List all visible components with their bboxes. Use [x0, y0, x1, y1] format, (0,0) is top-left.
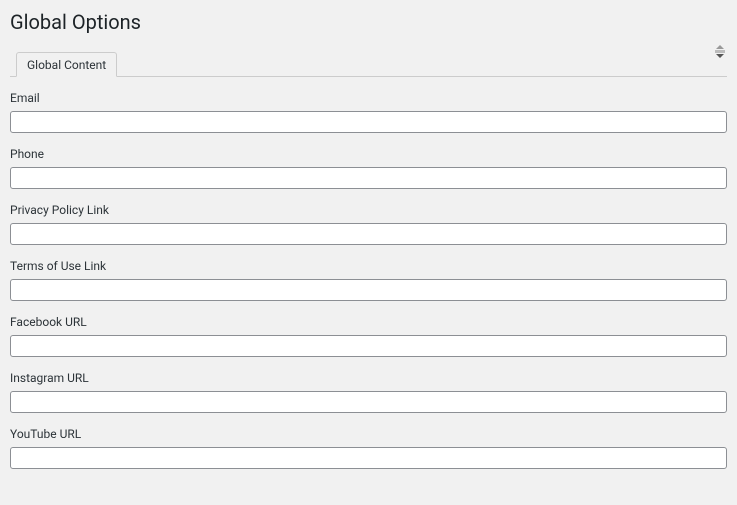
facebook-label: Facebook URL [10, 315, 727, 329]
instagram-input[interactable] [10, 391, 727, 413]
email-input[interactable] [10, 111, 727, 133]
field-email: Email [10, 91, 727, 133]
field-facebook: Facebook URL [10, 315, 727, 357]
youtube-input[interactable] [10, 447, 727, 469]
privacy-label: Privacy Policy Link [10, 203, 727, 217]
youtube-label: YouTube URL [10, 427, 727, 441]
page-title: Global Options [0, 0, 737, 49]
privacy-input[interactable] [10, 223, 727, 245]
tab-bar: Global Content [10, 49, 727, 77]
drag-handle-icon [715, 50, 725, 53]
caret-down-icon [716, 54, 724, 58]
fields-container: Email Phone Privacy Policy Link Terms of… [0, 91, 737, 469]
phone-label: Phone [10, 147, 727, 161]
field-privacy: Privacy Policy Link [10, 203, 727, 245]
instagram-label: Instagram URL [10, 371, 727, 385]
email-label: Email [10, 91, 727, 105]
terms-label: Terms of Use Link [10, 259, 727, 273]
tab-global-content[interactable]: Global Content [16, 52, 117, 77]
field-instagram: Instagram URL [10, 371, 727, 413]
field-terms: Terms of Use Link [10, 259, 727, 301]
caret-up-icon [716, 45, 724, 49]
field-phone: Phone [10, 147, 727, 189]
facebook-input[interactable] [10, 335, 727, 357]
screen-options-toggle[interactable] [715, 45, 725, 58]
terms-input[interactable] [10, 279, 727, 301]
field-youtube: YouTube URL [10, 427, 727, 469]
phone-input[interactable] [10, 167, 727, 189]
